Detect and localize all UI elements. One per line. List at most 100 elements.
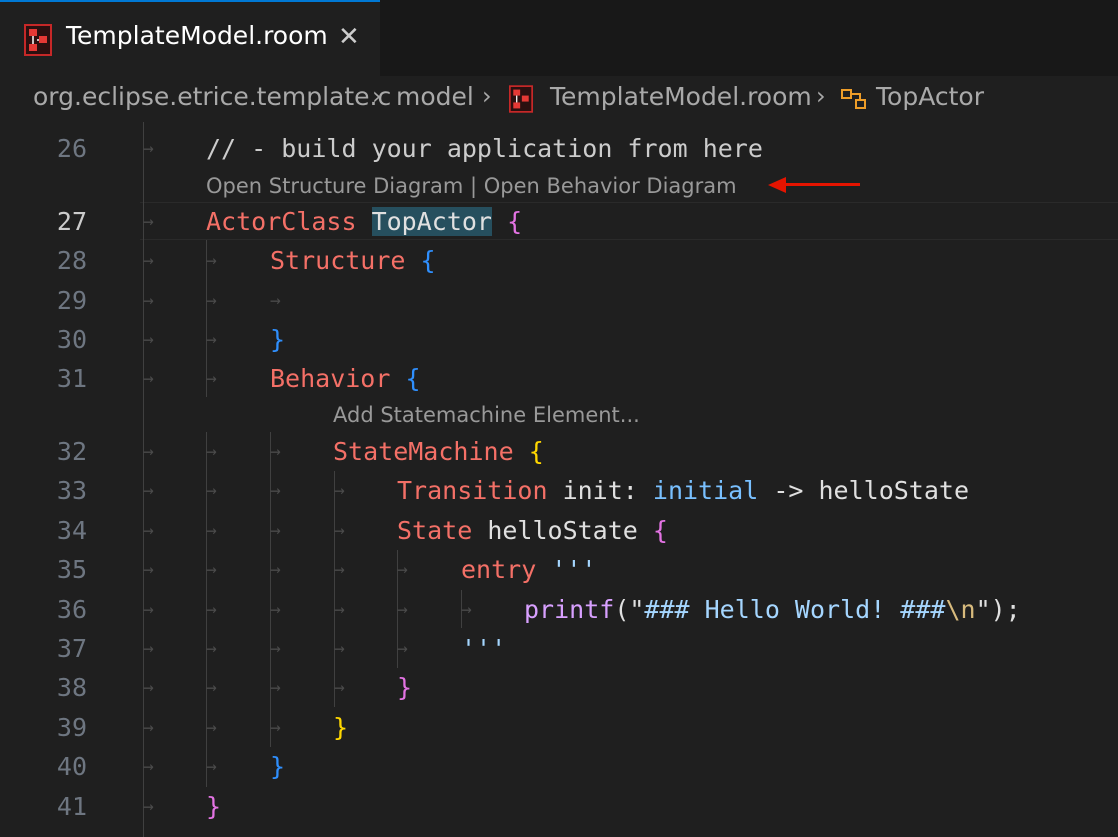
whitespace-tab-marker: → — [461, 599, 472, 620]
whitespace-tab-marker: → — [270, 717, 281, 738]
annotation-arrow-head — [768, 177, 786, 193]
line-number: 34 — [56, 516, 87, 545]
code-comment: // - build your application from here — [206, 134, 763, 163]
line-number: 31 — [56, 364, 87, 393]
tab-bar: TemplateModel.room ✕ — [0, 0, 1118, 76]
code-line: Structure { — [270, 246, 436, 275]
whitespace-tab-marker: → — [334, 677, 345, 698]
code-brace: } — [333, 713, 349, 742]
whitespace-tab-marker: → — [334, 599, 345, 620]
whitespace-tab-marker: → — [206, 559, 217, 580]
line-number: 37 — [56, 634, 87, 663]
whitespace-tab-marker: → — [270, 638, 281, 659]
whitespace-tab-marker: → — [143, 138, 154, 159]
code-string-delimiter: ''' — [461, 634, 507, 663]
code-line: entry ''' — [461, 555, 597, 584]
codelens: Open Structure Diagram | Open Behavior D… — [206, 174, 737, 198]
breadcrumb-item-folder[interactable]: model — [396, 82, 474, 111]
whitespace-tab-marker: → — [397, 599, 408, 620]
breadcrumb-item-project[interactable]: org.eclipse.etrice.template.c — [33, 82, 391, 111]
whitespace-tab-marker: → — [206, 480, 217, 501]
line-number: 41 — [56, 792, 87, 821]
codelens-separator: | — [463, 174, 484, 198]
whitespace-tab-marker: → — [206, 329, 217, 350]
code-brace: } — [270, 752, 286, 781]
code-brace: } — [397, 673, 413, 702]
line-number: 26 — [56, 134, 87, 163]
whitespace-tab-marker: → — [270, 441, 281, 462]
symbol-class-icon — [841, 89, 866, 109]
code-line: Behavior { — [270, 364, 421, 393]
whitespace-tab-marker: → — [206, 677, 217, 698]
line-number-active: 27 — [56, 207, 87, 236]
whitespace-tab-marker: → — [143, 250, 154, 271]
whitespace-tab-marker: → — [143, 599, 154, 620]
tab-title: TemplateModel.room — [66, 21, 328, 50]
open-structure-diagram-link[interactable]: Open Structure Diagram — [206, 174, 463, 198]
line-number: 36 — [56, 595, 87, 624]
whitespace-tab-marker: → — [270, 520, 281, 541]
whitespace-tab-marker: → — [206, 250, 217, 271]
annotation-arrow — [784, 183, 860, 186]
whitespace-tab-marker: → — [270, 480, 281, 501]
whitespace-tab-marker: → — [206, 290, 217, 311]
close-icon[interactable]: ✕ — [338, 22, 360, 52]
whitespace-tab-marker: → — [143, 677, 154, 698]
whitespace-tab-marker: → — [270, 599, 281, 620]
add-statemachine-element-link[interactable]: Add Statemachine Element... — [333, 403, 640, 427]
line-number: 40 — [56, 752, 87, 781]
whitespace-tab-marker: → — [143, 211, 154, 232]
open-behavior-diagram-link[interactable]: Open Behavior Diagram — [484, 174, 737, 198]
code-identifier-highlighted: TopActor — [371, 207, 492, 236]
whitespace-tab-marker: → — [334, 480, 345, 501]
whitespace-tab-marker: → — [143, 480, 154, 501]
whitespace-tab-marker: → — [143, 441, 154, 462]
breadcrumb-item-symbol[interactable]: TopActor — [876, 82, 984, 111]
whitespace-tab-marker: → — [143, 717, 154, 738]
breadcrumb-item-file[interactable]: TemplateModel.room — [550, 82, 812, 111]
whitespace-tab-marker: → — [143, 290, 154, 311]
whitespace-tab-marker: → — [143, 520, 154, 541]
code-brace: } — [270, 325, 286, 354]
code-line: State helloState { — [397, 516, 668, 545]
breadcrumb: org.eclipse.etrice.template.c › model › … — [0, 76, 1118, 122]
code-line: StateMachine { — [333, 437, 544, 466]
whitespace-tab-marker: → — [143, 368, 154, 389]
whitespace-tab-marker: → — [206, 599, 217, 620]
whitespace-tab-marker: → — [206, 441, 217, 462]
line-number: 35 — [56, 555, 87, 584]
whitespace-tab-marker: → — [206, 717, 217, 738]
code-line: ActorClass TopActor { — [206, 207, 523, 236]
line-number: 38 — [56, 673, 87, 702]
whitespace-tab-marker: → — [143, 329, 154, 350]
editor-tab[interactable]: TemplateModel.room ✕ — [0, 0, 380, 76]
room-file-icon — [24, 24, 52, 56]
whitespace-tab-marker: → — [334, 520, 345, 541]
code-line: Transition init: initial -> helloState — [397, 476, 970, 505]
line-number: 39 — [56, 713, 87, 742]
whitespace-tab-marker: → — [334, 638, 345, 659]
whitespace-tab-marker: → — [270, 559, 281, 580]
line-number: 32 — [56, 437, 87, 466]
whitespace-tab-marker: → — [143, 638, 154, 659]
whitespace-tab-marker: → — [270, 677, 281, 698]
line-number: 33 — [56, 476, 87, 505]
code-editor[interactable]: 26 27 28 29 30 31 32 33 34 35 36 37 38 3… — [0, 122, 1118, 837]
whitespace-tab-marker: → — [397, 638, 408, 659]
whitespace-tab-marker: → — [206, 638, 217, 659]
whitespace-tab-marker: → — [334, 559, 345, 580]
line-number: 30 — [56, 325, 87, 354]
whitespace-tab-marker: → — [143, 756, 154, 777]
whitespace-tab-marker: → — [206, 368, 217, 389]
whitespace-tab-marker: → — [206, 520, 217, 541]
whitespace-tab-marker: → — [206, 756, 217, 777]
whitespace-tab-marker: → — [397, 559, 408, 580]
chevron-right-icon: › — [372, 82, 382, 110]
whitespace-tab-marker: → — [143, 796, 154, 817]
line-number: 28 — [56, 246, 87, 275]
whitespace-tab-marker: → — [143, 559, 154, 580]
chevron-right-icon: › — [816, 82, 826, 110]
code-brace: } — [206, 792, 222, 821]
line-number: 29 — [56, 286, 87, 315]
codelens: Add Statemachine Element... — [333, 403, 640, 427]
